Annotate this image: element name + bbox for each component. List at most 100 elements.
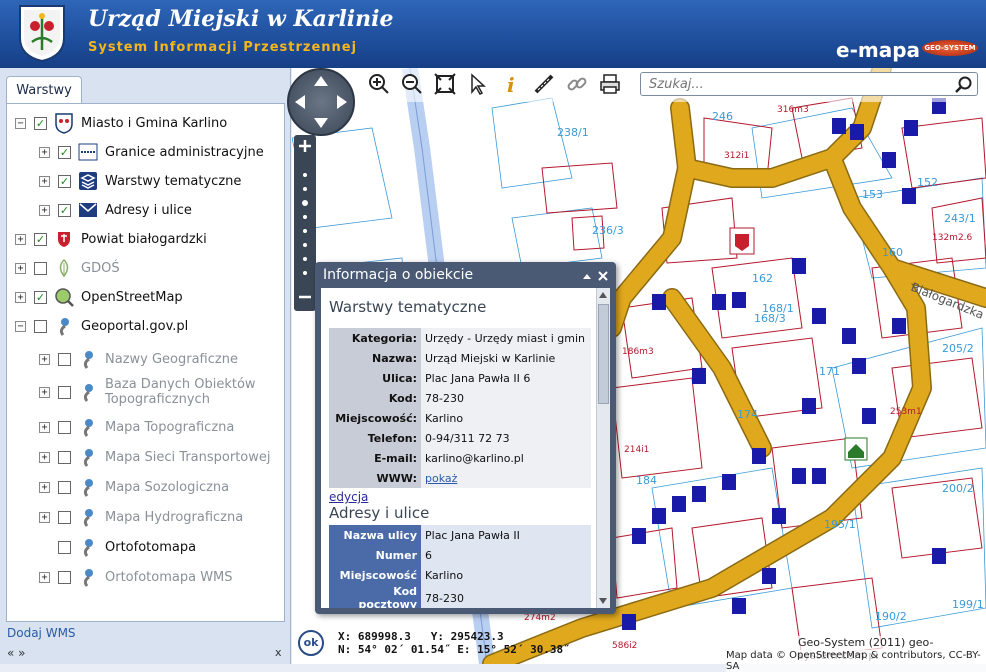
layer-label[interactable]: Geoportal.gov.pl [81, 319, 188, 334]
info-icon[interactable]: i [497, 70, 525, 98]
link-icon[interactable] [563, 70, 591, 98]
layer-row: + Baza Danych Obiektów Topograficznych [39, 372, 256, 412]
edit-link[interactable]: edycja [329, 490, 368, 504]
tab-layers[interactable]: Warstwy [6, 76, 82, 104]
geoportal-icon [78, 447, 98, 467]
layer-checkbox[interactable] [34, 319, 47, 333]
measure-icon[interactable] [530, 70, 558, 98]
layer-checkbox[interactable] [58, 385, 71, 399]
layer-label[interactable]: Powiat białogardzki [81, 232, 207, 247]
full-extent-icon[interactable] [431, 70, 459, 98]
layer-row: + ✓ Granice administracyjne [39, 139, 264, 165]
panel-collapse-arrows[interactable]: « » [7, 646, 26, 660]
layer-checkbox[interactable]: ✓ [58, 203, 71, 217]
pointer-icon[interactable] [464, 70, 492, 98]
address-table: Nazwa ulicy Plac Jana Pawła II Numer 6 Mie… [329, 525, 591, 608]
map-label: 236/3 [592, 224, 624, 237]
layer-row: + Ortofotomapa WMS [39, 564, 233, 590]
pan-left-icon[interactable] [295, 95, 305, 109]
layer-checkbox[interactable] [58, 450, 71, 464]
expand-icon[interactable]: + [39, 146, 50, 158]
expand-icon[interactable]: + [39, 511, 50, 523]
layer-checkbox[interactable] [58, 540, 71, 554]
layer-label[interactable]: Nazwy Geograficzne [105, 352, 238, 367]
app-subtitle: System Informacji Przestrzennej [88, 40, 358, 55]
expand-icon[interactable]: + [39, 451, 50, 463]
close-icon[interactable] [597, 270, 609, 282]
search-icon[interactable] [953, 75, 973, 95]
layer-label[interactable]: Warstwy tematyczne [105, 174, 241, 189]
expand-icon[interactable]: + [15, 233, 26, 245]
layer-checkbox[interactable]: ✓ [58, 174, 71, 188]
layers-icon [78, 171, 98, 191]
layer-row: + Mapa Topograficzna [39, 414, 234, 440]
expand-icon[interactable]: + [15, 291, 26, 303]
map-label: 214i1 [624, 445, 649, 455]
expand-icon[interactable]: + [39, 204, 50, 216]
layer-checkbox[interactable] [58, 352, 71, 366]
layer-row: + Mapa Sozologiczna [39, 474, 229, 500]
expand-icon[interactable]: + [39, 175, 50, 187]
layer-checkbox[interactable]: ✓ [34, 232, 47, 246]
expand-icon[interactable]: + [39, 353, 50, 365]
print-icon[interactable] [596, 70, 624, 98]
table-row: Kategoria: Urzędy - Urzędy miast i gmin [329, 328, 591, 348]
pan-down-icon[interactable] [314, 118, 328, 128]
layer-checkbox[interactable] [58, 480, 71, 494]
layer-label[interactable]: Mapa Topograficzna [105, 420, 234, 435]
collapse-icon[interactable]: − [15, 320, 26, 332]
layer-label[interactable]: Granice administracyjne [105, 145, 264, 160]
zoom-slider[interactable] [294, 135, 316, 311]
table-row: Nazwa ulicy Plac Jana Pawła II [329, 525, 591, 545]
layer-checkbox[interactable]: ✓ [34, 116, 47, 130]
www-link[interactable]: pokaż [421, 468, 591, 488]
layer-label[interactable]: Ortofotomapa [105, 540, 196, 555]
add-wms-link[interactable]: Dodaj WMS [7, 626, 76, 640]
layer-label[interactable]: Ortofotomapa WMS [105, 570, 233, 585]
zoom-in-icon[interactable] [365, 70, 393, 98]
layer-label[interactable]: Miasto i Gmina Karlino [81, 116, 227, 131]
crest-icon [54, 113, 74, 134]
layer-row: + Mapa Hydrograficzna [39, 504, 243, 530]
layer-label[interactable]: Mapa Sieci Transportowej [105, 450, 270, 465]
app-header: Urząd Miejski w Karlinie System Informac… [0, 0, 986, 68]
table-row: Kod pocztowy 78-230 [329, 585, 591, 608]
layer-label[interactable]: Mapa Hydrograficzna [105, 510, 243, 525]
map-label: 132m2.6 [932, 233, 973, 243]
zoom-out-icon[interactable] [398, 70, 426, 98]
table-row: Numer 6 [329, 545, 591, 565]
layer-checkbox[interactable] [58, 570, 71, 584]
attributes-table: Kategoria: Urzędy - Urzędy miast i gmin N… [329, 328, 591, 488]
collapse-icon[interactable]: − [15, 117, 26, 129]
minimize-icon[interactable] [581, 270, 593, 282]
zoom-plus-icon[interactable] [299, 140, 311, 152]
layer-checkbox[interactable] [34, 261, 47, 275]
envelope-icon [78, 200, 98, 220]
layer-label[interactable]: GDOŚ [81, 261, 120, 276]
layer-label[interactable]: OpenStreetMap [81, 290, 183, 305]
expand-icon[interactable]: + [39, 481, 50, 493]
leaf-icon [54, 258, 74, 278]
expand-icon[interactable]: + [39, 421, 50, 433]
layer-checkbox[interactable]: ✓ [58, 145, 71, 159]
table-row: Ulica: Plac Jana Pawła II 6 [329, 368, 591, 388]
expand-icon[interactable]: + [39, 571, 50, 583]
layer-label[interactable]: Baza Danych Obiektów Topograficznych [105, 377, 256, 407]
map-label: 174 [737, 408, 758, 421]
layer-checkbox[interactable]: ✓ [34, 290, 47, 304]
map-label: 195/1 [824, 518, 856, 531]
pan-control[interactable] [287, 68, 355, 136]
pan-up-icon[interactable] [314, 76, 328, 86]
layer-checkbox[interactable] [58, 510, 71, 524]
panel-close-button[interactable]: x [275, 646, 282, 659]
popup-scrollbar[interactable] [596, 288, 610, 608]
pan-right-icon[interactable] [337, 95, 347, 109]
layer-checkbox[interactable] [58, 420, 71, 434]
search-input[interactable] [641, 73, 941, 96]
layer-label[interactable]: Adresy i ulice [105, 203, 192, 218]
ok-button[interactable]: ok [298, 630, 324, 656]
layer-label[interactable]: Mapa Sozologiczna [105, 480, 229, 495]
expand-icon[interactable]: + [15, 262, 26, 274]
map-label: 253m1 [890, 407, 922, 417]
expand-icon[interactable]: + [39, 386, 50, 398]
